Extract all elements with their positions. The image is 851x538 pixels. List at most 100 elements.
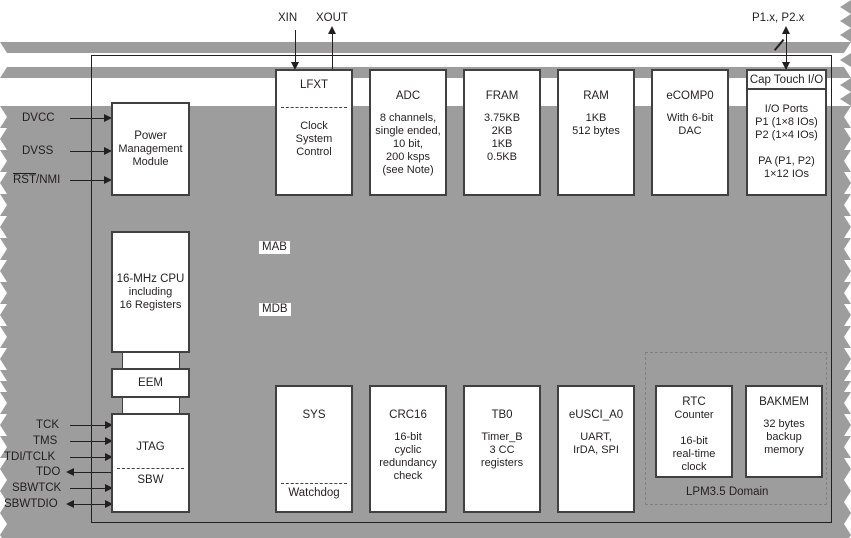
bus-eem-feedback-a-horiz [199,373,224,377]
block-crc16-subtitle: 16-bit cyclic redundancy check [379,431,437,482]
block-bakmem-subtitle: 32 bytes backup memory [763,418,805,456]
block-eusci-a0[interactable]: eUSCI_A0 UART, IrDA, SPI [557,385,635,513]
block-sbw-title: SBW [137,474,164,486]
block-power-management-module[interactable]: Power Management Module [111,102,190,196]
block-tb0-timer[interactable]: TB0 Timer_B 3 CC registers [463,385,541,513]
block-tb0-subtitle: Timer_B 3 CC registers [480,431,524,469]
bus-stub-tb0-left-down [481,256,485,370]
block-ram-title: RAM [583,90,609,102]
bus-pmm-feedback-b-vert [222,163,226,373]
block-crc16[interactable]: CRC16 16-bit cyclic redundancy check [369,385,447,513]
block-rtc-title: RTC [682,396,706,408]
signal-label-rst-nmi: RST/NMI [13,173,60,187]
pin-label-xin: XIN [278,12,298,24]
bus-stub-ecomp-right-up [706,208,710,258]
block-adc-title: ADC [395,90,421,102]
bus-pmm-feedback-a-vert [251,131,255,241]
block-fram[interactable]: FRAM 3.75KB 2KB 1KB 0.5KB [463,69,541,196]
block-watchdog-title: Watchdog [288,487,340,499]
signal-label-dvss: DVSS [22,145,54,157]
signal-label-sbwtck: SBWTCK [12,482,62,494]
bus-stub-lfxt-right-up [330,208,334,258]
jtag-sbw-divider [117,468,184,469]
bus-mdb-arrow-to-cpu-icon [0,14,851,28]
bus-stub-crc-left-down [387,256,391,370]
block-tb0-title: TB0 [491,409,513,421]
sys-watchdog-divider [281,483,347,484]
block-sys-watchdog[interactable]: SYS Watchdog [275,385,353,513]
block-sys-title: SYS [302,409,326,421]
eem-jtag-connector [122,398,180,413]
bus-pmm-feedback-a-horiz [199,129,253,133]
block-adc-subtitle: 8 channels, single ended, 10 bit, 200 ks… [375,112,441,176]
signal-arrow-tdo-icon [66,468,74,476]
block-ecomp0-title: eCOMP0 [666,90,714,102]
bus-label-mdb: MDB [259,303,291,316]
block-pmm-title: Power [134,129,167,142]
signal-label-nmi-suffix: /NMI [36,174,61,186]
block-crc16-title: CRC16 [389,409,427,421]
signal-label-tms: TMS [33,435,58,447]
bus-stub-ecomp-left-up [669,208,673,258]
bus-stub-eusci-left-down [575,256,579,370]
block-io-ports-body: I/O Ports P1 (1×8 IOs) P2 (1×4 IOs) PA (… [755,103,818,180]
block-ecomp0-subtitle: With 6-bit DAC [666,112,714,137]
block-cpu[interactable]: 16-MHz CPU including 16 Registers [111,231,190,353]
block-jtag-sbw[interactable]: JTAG SBW [111,413,190,513]
block-diagram-canvas: XIN XOUT P1.x, P2.x DVCC DVSS RST/NMI TC… [0,0,851,538]
xout-line [332,32,334,69]
bus-stub-lfxt-right-down [330,256,334,370]
block-bakmem-title: BAKMEM [759,396,809,408]
bus-stub-adc-right-up [424,208,428,258]
bus-eem-feedback-b-horiz [199,388,253,392]
signal-label-sbwtdio: SBWTDIO [4,498,58,510]
port-io-arrowhead-up-icon [782,26,790,34]
block-cap-touch-io-header: Cap Touch I/O [748,71,825,90]
lfxt-divider [281,107,347,108]
block-jtag-title: JTAG [136,441,165,453]
cpu-eem-connector [122,353,180,368]
xout-arrowhead-icon [328,26,336,34]
block-lfxt-clock-system[interactable]: LFXT Clock System Control [275,69,353,196]
block-ecomp0[interactable]: eCOMP0 With 6-bit DAC [651,69,729,196]
block-rtc-counter[interactable]: RTC Counter 16-bit real-time clock [655,385,733,478]
block-ram[interactable]: RAM 1KB 512 bytes [557,69,635,196]
bus-pmm-feedback-a-down-icon [0,42,851,53]
signal-label-rst-overline: RST [13,173,36,186]
block-eem-title: EEM [138,376,163,389]
block-eusci-a0-title: eUSCI_A0 [568,409,624,421]
block-lfxt-subtitle: Clock System Control [295,120,333,158]
block-bakmem[interactable]: BAKMEM 32 bytes backup memory [745,385,823,478]
bus-stub-crc-right-down [424,256,428,370]
bus-mab-arrow-to-cpu-icon [0,0,851,14]
bus-stub-lfxt-left-up [293,208,297,258]
bus-label-mab: MAB [259,241,290,254]
bus-stub-eusci-right-down [612,256,616,370]
pin-label-xout: XOUT [316,12,348,24]
bus-eem-feedback-b-vert [251,256,255,390]
block-fram-title: FRAM [485,90,519,102]
bus-stub-ports-right-up [800,208,804,258]
lpm35-domain-label: LPM3.5 Domain [686,486,769,498]
bus-stub-lfxt-left-down [293,256,297,370]
bus-pmm-feedback-a-arrow-icon [0,28,851,42]
block-fram-subtitle: 3.75KB 2KB 1KB 0.5KB [483,112,521,163]
bus-stub-ram-left-up [575,208,579,258]
block-cpu-subtitle: including 16 Registers [119,285,182,311]
block-io-ports[interactable]: Cap Touch I/O I/O Ports P1 (1×8 IOs) P2 … [746,69,827,196]
signal-label-tdo: TDO [36,466,61,478]
bus-stub-ram-right-up [612,208,616,258]
pin-label-port-io: P1.x, P2.x [752,12,805,24]
block-rtc-subtitle: Counter 16-bit real-time clock [672,409,716,473]
block-ram-subtitle: 1KB 512 bytes [572,112,620,137]
block-eem[interactable]: EEM [111,368,190,398]
bus-stub-tb0-right-down [518,256,522,370]
bus-stub-fram-right-up [518,208,522,258]
signal-arrow-sbwtdio-left-icon [66,500,74,508]
signal-label-tdi-tclk: TDI/TCLK [4,451,56,463]
block-adc[interactable]: ADC 8 channels, single ended, 10 bit, 20… [369,69,447,196]
block-pmm-subtitle: Management Module [118,142,183,168]
signal-line-tdo [74,472,112,474]
bus-stub-ports-left-up [763,208,767,258]
signal-label-dvcc: DVCC [22,112,55,124]
